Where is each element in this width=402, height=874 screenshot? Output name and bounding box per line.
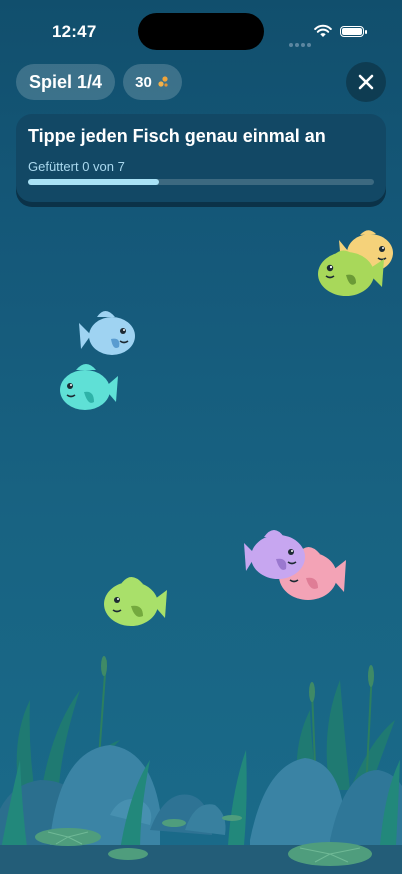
- wifi-icon: [314, 24, 332, 37]
- blue-fish[interactable]: [79, 307, 137, 359]
- green-fish-bottom[interactable]: [103, 572, 167, 630]
- teal-fish[interactable]: [58, 360, 118, 414]
- game-screen: 12:47 Spiel 1/4 30 Tippe jeden Fisch gen…: [0, 0, 402, 874]
- pond-scenery: [0, 656, 402, 874]
- coins-pill: 30: [123, 64, 182, 100]
- game-counter-label: Spiel 1/4: [28, 71, 103, 92]
- status-time: 12:47: [52, 22, 97, 41]
- close-button[interactable]: [346, 62, 386, 102]
- progress-bar: [28, 179, 160, 185]
- dynamic-island: [138, 13, 264, 50]
- task-progress-text: Gefüttert 0 von 7: [28, 159, 125, 174]
- battery-icon: [340, 26, 367, 37]
- food-icon: [158, 76, 168, 87]
- cellular-signal-icon: [289, 34, 313, 52]
- progress-track: [28, 179, 374, 185]
- coins-count: 30: [135, 73, 152, 91]
- game-counter-pill: Spiel 1/4: [16, 64, 115, 100]
- purple-fish[interactable]: [244, 525, 306, 583]
- task-title: Tippe jeden Fisch genau einmal an: [28, 126, 326, 146]
- status-bar: 12:47: [0, 0, 402, 60]
- close-icon: [358, 74, 374, 90]
- green-fish-top[interactable]: [316, 245, 388, 303]
- task-card: Tippe jeden Fisch genau einmal an Gefütt…: [16, 114, 386, 202]
